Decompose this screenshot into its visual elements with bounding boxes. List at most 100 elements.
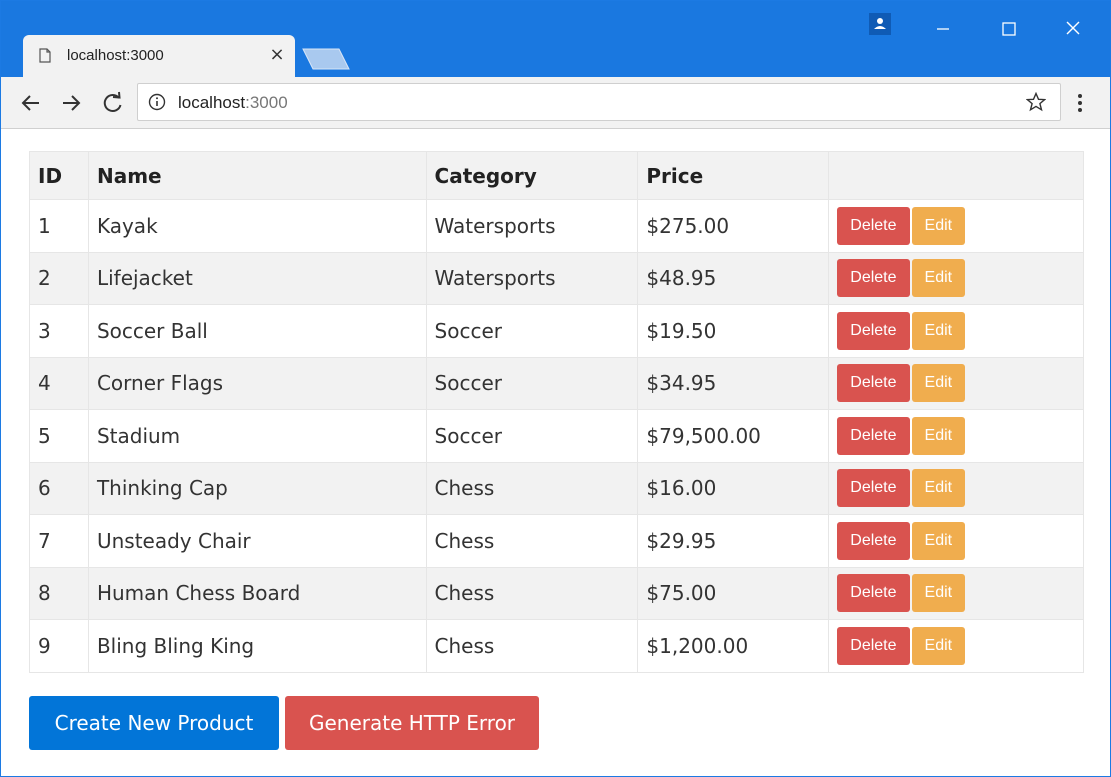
header-name: Name	[87, 151, 427, 200]
new-tab-button[interactable]	[301, 47, 351, 71]
edit-button[interactable]: Edit	[911, 364, 966, 403]
header-price: Price	[637, 151, 830, 200]
menu-icon[interactable]	[1073, 91, 1087, 115]
minimize-icon[interactable]	[923, 13, 963, 43]
bookmark-star-icon[interactable]	[1026, 92, 1046, 112]
table-row: 2 Lifejacket Watersports $48.95 Delete Edit	[29, 251, 1084, 305]
cell-name: Bling Bling King	[87, 619, 427, 673]
delete-button[interactable]: Delete	[837, 364, 910, 403]
cell-name: Lifejacket	[87, 251, 427, 305]
edit-button[interactable]: Edit	[911, 469, 966, 508]
table-row: 5 Stadium Soccer $79,500.00 Delete Edit	[29, 409, 1084, 463]
table-row: 3 Soccer Ball Soccer $19.50 Delete Edit	[29, 304, 1084, 358]
edit-button[interactable]: Edit	[911, 206, 966, 245]
cell-name: Corner Flags	[87, 356, 427, 410]
cell-category: Soccer	[425, 409, 639, 463]
edit-button[interactable]: Edit	[911, 259, 966, 298]
reload-icon[interactable]	[99, 89, 127, 117]
close-window-icon[interactable]	[1053, 13, 1093, 43]
cell-id: 7	[29, 514, 89, 568]
delete-button[interactable]: Delete	[837, 574, 910, 613]
browser-tab[interactable]: localhost:3000 ×	[23, 35, 295, 77]
delete-button[interactable]: Delete	[837, 206, 910, 245]
cell-actions: Delete Edit	[828, 619, 1084, 673]
delete-button[interactable]: Delete	[837, 521, 910, 560]
products-table: ID Name Category Price 1 Kayak Watersports…	[29, 151, 1084, 673]
cell-actions: Delete Edit	[828, 251, 1084, 305]
page-icon	[39, 48, 51, 63]
cell-name: Thinking Cap	[87, 461, 427, 515]
generate-http-error-button[interactable]: Generate HTTP Error	[285, 696, 539, 750]
cell-actions: Delete Edit	[828, 461, 1084, 515]
cell-category: Watersports	[425, 199, 639, 253]
delete-button[interactable]: Delete	[837, 416, 910, 455]
edit-button[interactable]: Edit	[911, 311, 966, 350]
address-bar[interactable]: localhost:3000	[137, 83, 1061, 121]
title-bar: localhost:3000 ×	[1, 1, 1110, 77]
forward-icon[interactable]	[57, 89, 85, 117]
profile-icon[interactable]	[869, 13, 891, 35]
info-icon[interactable]	[148, 93, 166, 111]
tab-title: localhost:3000	[67, 47, 164, 64]
cell-category: Chess	[425, 461, 639, 515]
cell-actions: Delete Edit	[828, 304, 1084, 358]
cell-price: $34.95	[637, 356, 830, 410]
cell-id: 3	[29, 304, 89, 358]
browser-toolbar: localhost:3000	[1, 77, 1110, 129]
cell-price: $79,500.00	[637, 409, 830, 463]
cell-price: $275.00	[637, 199, 830, 253]
url-port: :3000	[245, 93, 288, 112]
delete-button[interactable]: Delete	[837, 469, 910, 508]
cell-price: $29.95	[637, 514, 830, 568]
edit-button[interactable]: Edit	[911, 574, 966, 613]
cell-price: $1,200.00	[637, 619, 830, 673]
delete-button[interactable]: Delete	[837, 311, 910, 350]
cell-id: 4	[29, 356, 89, 410]
cell-actions: Delete Edit	[828, 566, 1084, 620]
url-host: localhost	[178, 93, 246, 112]
cell-id: 5	[29, 409, 89, 463]
cell-name: Soccer Ball	[87, 304, 427, 358]
delete-button[interactable]: Delete	[837, 626, 910, 665]
cell-category: Soccer	[425, 304, 639, 358]
back-icon[interactable]	[17, 89, 45, 117]
cell-actions: Delete Edit	[828, 409, 1084, 463]
edit-button[interactable]: Edit	[911, 521, 966, 560]
cell-category: Chess	[425, 514, 639, 568]
create-new-product-button[interactable]: Create New Product	[29, 696, 279, 750]
header-category: Category	[425, 151, 639, 200]
cell-price: $75.00	[637, 566, 830, 620]
edit-button[interactable]: Edit	[911, 416, 966, 455]
cell-price: $19.50	[637, 304, 830, 358]
cell-name: Human Chess Board	[87, 566, 427, 620]
cell-name: Kayak	[87, 199, 427, 253]
table-row: 6 Thinking Cap Chess $16.00 Delete Edit	[29, 461, 1084, 515]
tab-close-icon[interactable]: ×	[267, 43, 287, 67]
cell-category: Soccer	[425, 356, 639, 410]
browser-window: localhost:3000 × localhost:3000 ID Name …	[0, 0, 1111, 777]
header-id: ID	[29, 151, 89, 200]
table-header-row: ID Name Category Price	[29, 151, 1084, 200]
cell-id: 8	[29, 566, 89, 620]
cell-category: Chess	[425, 566, 639, 620]
cell-id: 1	[29, 199, 89, 253]
table-row: 8 Human Chess Board Chess $75.00 Delete Edit	[29, 566, 1084, 620]
cell-id: 9	[29, 619, 89, 673]
cell-category: Chess	[425, 619, 639, 673]
cell-actions: Delete Edit	[828, 199, 1084, 253]
table-row: 7 Unsteady Chair Chess $29.95 Delete Edit	[29, 514, 1084, 568]
cell-id: 2	[29, 251, 89, 305]
delete-button[interactable]: Delete	[837, 259, 910, 298]
url-text[interactable]: localhost:3000	[178, 93, 288, 113]
table-row: 4 Corner Flags Soccer $34.95 Delete Edit	[29, 356, 1084, 410]
edit-button[interactable]: Edit	[911, 626, 966, 665]
cell-actions: Delete Edit	[828, 514, 1084, 568]
table-row: 1 Kayak Watersports $275.00 Delete Edit	[29, 199, 1084, 253]
table-row: 9 Bling Bling King Chess $1,200.00 Delete Edi…	[29, 619, 1084, 673]
cell-price: $48.95	[637, 251, 830, 305]
cell-price: $16.00	[637, 461, 830, 515]
cell-actions: Delete Edit	[828, 356, 1084, 410]
cell-name: Unsteady Chair	[87, 514, 427, 568]
maximize-icon[interactable]	[989, 13, 1029, 43]
cell-category: Watersports	[425, 251, 639, 305]
